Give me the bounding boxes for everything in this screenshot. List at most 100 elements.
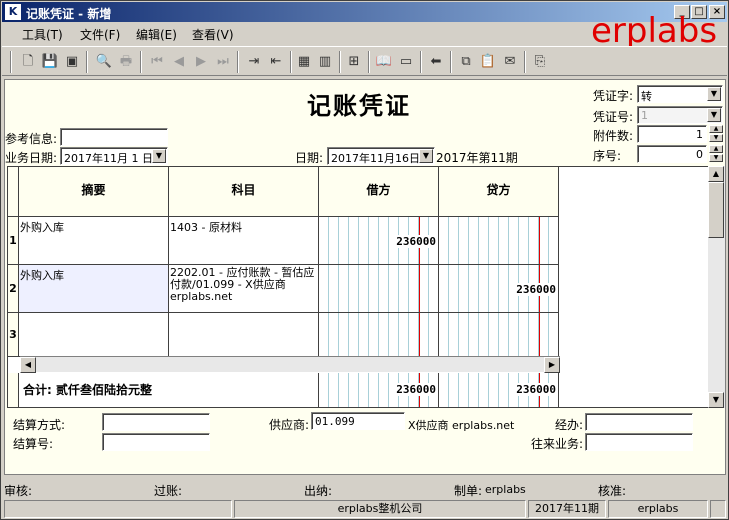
status-user: erplabs — [608, 500, 708, 518]
unit-divider — [539, 313, 540, 356]
period-text: 2017年第11期 — [436, 151, 518, 165]
credit-amount: 236000 — [516, 283, 556, 296]
business-label: 往来业务: — [531, 437, 584, 451]
total-label: 合计: 贰仟叁佰陆拾元整 — [19, 373, 319, 407]
copy-icon[interactable]: ⧉ — [456, 52, 476, 72]
chevron-down-icon[interactable]: ▼ — [152, 149, 166, 163]
grid-icon[interactable]: ⊞ — [344, 52, 364, 72]
scroll-left-icon[interactable]: ◀ — [20, 357, 36, 373]
account-cell[interactable]: 2202.01 - 应付账款 - 暂估应付款/01.099 - X供应商 erp… — [169, 265, 319, 313]
mail-icon[interactable]: ✉ — [500, 52, 520, 72]
menu-file[interactable]: 文件(F) — [80, 26, 120, 43]
biz-date-picker[interactable]: 2017年11月 1 日 ▼ — [60, 147, 168, 165]
previous-record-icon[interactable]: ◀ — [169, 52, 189, 72]
toolbar-separator — [290, 51, 292, 73]
status-company: erplabs整机公司 — [234, 500, 526, 518]
handler-input[interactable] — [585, 413, 693, 431]
settle-no-input[interactable] — [102, 433, 210, 451]
settle-method-input[interactable] — [102, 413, 210, 431]
new-icon[interactable]: 🗋 — [18, 52, 38, 72]
resize-grip[interactable] — [710, 500, 726, 518]
column-header-summary: 摘要 — [19, 167, 169, 217]
seq-stepper[interactable]: 0 — [637, 145, 707, 163]
voucher-no-select[interactable]: 1 ▼ — [637, 106, 723, 124]
summary-cell[interactable]: 外购入库 — [19, 265, 169, 313]
account-cell[interactable] — [169, 313, 319, 357]
save-all-icon[interactable]: ▣ — [62, 52, 82, 72]
save-icon[interactable]: 💾 — [40, 52, 60, 72]
status-period: 2017年11期 — [528, 500, 606, 518]
biz-date-label: 业务日期: — [5, 151, 58, 165]
book-icon[interactable]: 📖 — [374, 52, 394, 72]
vertical-scrollbar[interactable]: ▲ ▼ — [708, 166, 725, 408]
scroll-thumb[interactable] — [708, 182, 724, 238]
summary-cell[interactable] — [19, 313, 169, 357]
delete-row-icon[interactable]: ⇤ — [266, 52, 286, 72]
scroll-up-icon[interactable]: ▲ — [708, 166, 724, 182]
scroll-down-icon[interactable]: ▼ — [708, 392, 724, 408]
ref-label: 参考信息: — [5, 132, 58, 146]
next-record-icon[interactable]: ▶ — [191, 52, 211, 72]
status-empty — [4, 500, 232, 518]
menu-edit[interactable]: 编辑(E) — [136, 26, 177, 43]
scroll-right-icon[interactable]: ▶ — [544, 357, 560, 373]
total-credit-amount: 236000 — [516, 383, 556, 396]
debit-cell[interactable] — [319, 265, 439, 313]
total-debit-cell: 236000 — [319, 373, 439, 407]
screen-icon[interactable]: ▭ — [396, 52, 416, 72]
spin-down-icon[interactable]: ▼ — [709, 154, 723, 162]
attachments-stepper[interactable]: 1 — [637, 125, 707, 143]
date-picker[interactable]: 2017年11月16日 ▼ — [327, 147, 435, 165]
exit-icon[interactable]: ⎘ — [530, 52, 550, 72]
business-input[interactable] — [585, 433, 693, 451]
column-header-debit: 借方 — [319, 167, 439, 217]
chevron-down-icon[interactable]: ▼ — [419, 149, 433, 163]
chevron-down-icon[interactable]: ▼ — [707, 87, 721, 101]
ledger-icon[interactable]: ▥ — [315, 52, 335, 72]
spin-up-icon[interactable]: ▲ — [709, 145, 723, 153]
horizontal-scrollbar[interactable]: ◀ ▶ — [20, 356, 560, 373]
toolbar-separator — [524, 51, 526, 73]
last-record-icon[interactable]: ⏭ — [213, 52, 233, 72]
credit-cell[interactable] — [439, 217, 559, 265]
voucher-window: K 记账凭证 - 新增 _ □ × 工具(T) 文件(F) 编辑(E) 查看(V… — [0, 0, 729, 520]
voucher-word-select[interactable]: 转 ▼ — [637, 85, 723, 103]
calculator-icon[interactable]: ▦ — [294, 52, 314, 72]
column-header-credit: 贷方 — [439, 167, 559, 217]
summary-cell[interactable]: 外购入库 — [19, 217, 169, 265]
print-preview-icon[interactable]: 🔍 — [94, 52, 114, 72]
menu-tools[interactable]: 工具(T) — [22, 26, 63, 43]
attachments-label: 附件数: — [593, 129, 634, 143]
insert-row-icon[interactable]: ⇥ — [244, 52, 264, 72]
maker-label: 制单: — [454, 484, 483, 498]
toolbar-separator — [339, 51, 341, 73]
credit-cell[interactable] — [439, 313, 559, 357]
print-icon[interactable]: 🖶 — [116, 52, 136, 72]
row-number: 1 — [8, 217, 19, 265]
settle-no-label: 结算号: — [13, 437, 54, 451]
entry-grid: 摘要 科目 借方 贷方 1 外购入库 1403 - 原材料 236000 2 外… — [7, 166, 710, 408]
account-cell[interactable]: 1403 - 原材料 — [169, 217, 319, 265]
debit-cell[interactable]: 236000 — [319, 217, 439, 265]
ref-input[interactable] — [60, 128, 168, 146]
menu-view[interactable]: 查看(V) — [192, 26, 234, 43]
chevron-down-icon[interactable]: ▼ — [707, 108, 721, 122]
supplier-code-input[interactable]: 01.099 — [311, 412, 405, 430]
total-debit-amount: 236000 — [396, 383, 436, 396]
spin-up-icon[interactable]: ▲ — [709, 125, 723, 133]
credit-cell[interactable]: 236000 — [439, 265, 559, 313]
back-icon[interactable]: ⬅ — [426, 52, 446, 72]
paste-icon[interactable]: 📋 — [478, 52, 498, 72]
app-icon: K — [5, 4, 21, 20]
unit-divider — [419, 265, 420, 312]
settle-method-label: 结算方式: — [13, 418, 66, 432]
post-label: 过账: — [154, 484, 183, 498]
unit-divider — [539, 217, 540, 264]
seq-label: 序号: — [593, 149, 622, 163]
spin-down-icon[interactable]: ▼ — [709, 134, 723, 142]
maker-value: erplabs — [485, 483, 526, 496]
first-record-icon[interactable]: ⏮ — [147, 52, 167, 72]
grid-corner — [8, 167, 19, 217]
debit-cell[interactable] — [319, 313, 439, 357]
toolbar: 🗋 💾 ▣ 🔍 🖶 ⏮ ◀ ▶ ⏭ ⇥ ⇤ ▦ ▥ ⊞ 📖 ▭ ⬅ ⧉ 📋 ✉ … — [2, 46, 727, 76]
